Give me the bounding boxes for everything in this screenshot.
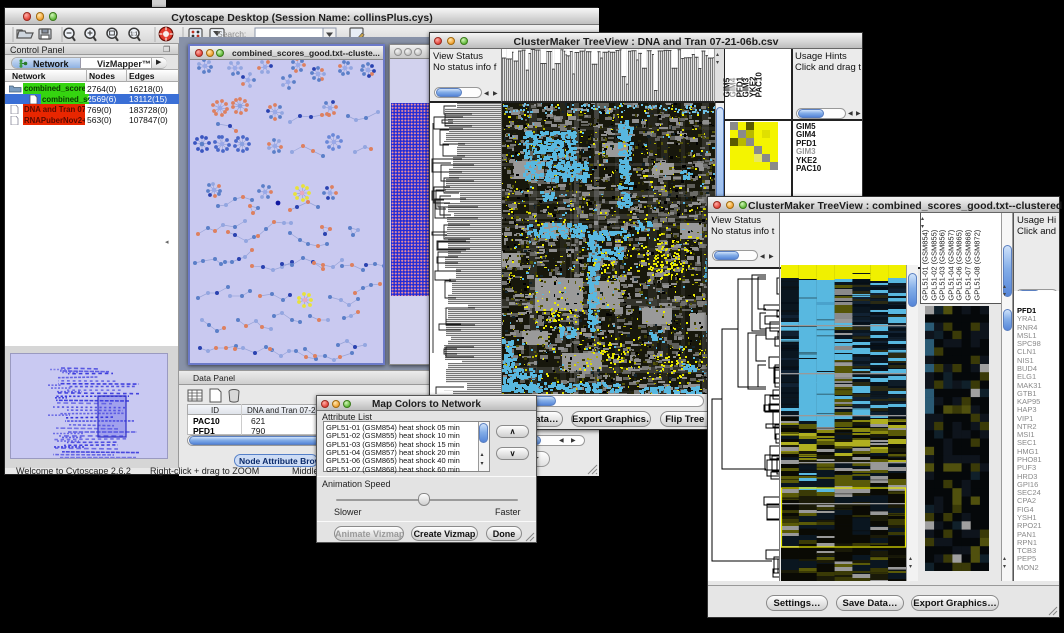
svg-text:1:1: 1:1 <box>130 31 137 37</box>
